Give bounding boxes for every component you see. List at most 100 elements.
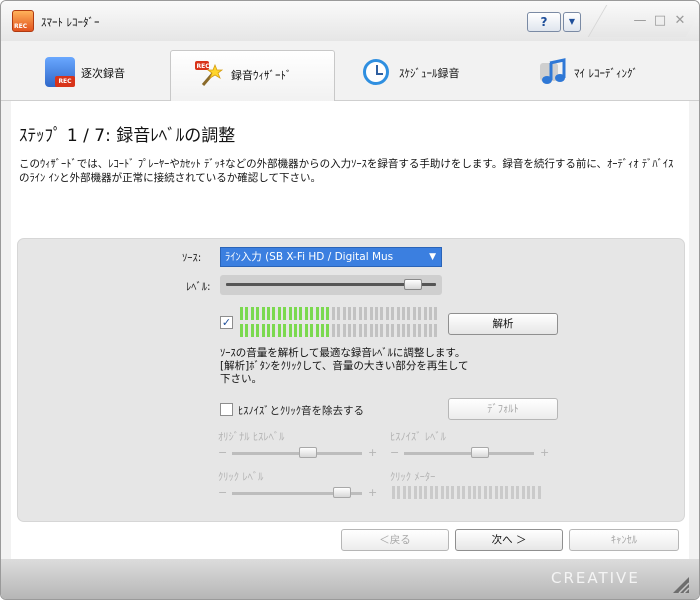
analyze-description: ｿｰｽの音量を解析して最適な録音ﾚﾍﾞﾙに調整します。[解析]ﾎﾞﾀﾝをｸﾘｯｸ… — [220, 347, 469, 385]
meter-segment — [283, 324, 287, 337]
meter-segment — [423, 324, 427, 337]
meter-segment — [446, 486, 449, 499]
meter-segment — [256, 307, 260, 320]
level-meter-left — [240, 307, 440, 320]
slider-track — [404, 452, 534, 455]
meter-segment — [380, 324, 384, 337]
meter-segment — [310, 307, 314, 320]
tab-label: ｽｹｼﾞｭｰﾙ録音 — [399, 67, 460, 80]
meter-segment — [283, 307, 287, 320]
meter-segment — [240, 324, 243, 337]
level-meter-right — [240, 324, 440, 337]
creative-logo: CREATIVE — [551, 569, 640, 587]
meter-segment — [402, 324, 405, 337]
meter-segment — [407, 307, 411, 320]
meter-segment — [267, 324, 270, 337]
source-dropdown[interactable]: ﾗｲﾝ入力 (SB X-Fi HD / Digital Mus ▼ — [220, 247, 442, 267]
meter-segment — [240, 307, 243, 320]
next-button[interactable]: 次へ ＞ — [455, 529, 563, 551]
meter-segment — [342, 307, 346, 320]
click-meter — [392, 486, 542, 499]
music-note-icon — [538, 57, 568, 87]
slider-track — [232, 452, 362, 455]
plus-icon: + — [368, 446, 378, 459]
meter-segment — [256, 324, 260, 337]
clock-icon — [363, 59, 389, 85]
resize-grip-icon[interactable] — [669, 573, 691, 595]
maximize-button[interactable]: □ — [651, 12, 669, 30]
meter-segment — [331, 307, 335, 320]
tab-scheduled-recording[interactable]: ｽｹｼﾞｭｰﾙ録音 — [341, 49, 506, 101]
level-slider[interactable] — [220, 275, 442, 295]
meter-segment — [315, 324, 319, 337]
meter-segment — [326, 324, 330, 337]
meter-segment — [310, 324, 314, 337]
meter-segment — [412, 324, 416, 337]
tab-my-recordings[interactable]: ﾏｲ ﾚｺｰﾃﾞｨﾝｸﾞ — [516, 49, 681, 101]
meter-segment — [375, 324, 378, 337]
meter-segment — [348, 324, 351, 337]
tab-recording-wizard[interactable]: REC 録音ｳｨｻﾞｰﾄﾞ — [170, 50, 335, 102]
meter-segment — [429, 307, 432, 320]
meter-segment — [510, 486, 514, 499]
original-hiss-slider[interactable]: − + — [218, 446, 382, 460]
meter-segment — [473, 486, 476, 499]
default-button[interactable]: ﾃﾞﾌｫﾙﾄ — [448, 398, 558, 420]
help-dropdown-button[interactable]: ▼ — [563, 12, 581, 32]
hiss-noise-slider[interactable]: − + — [390, 446, 554, 460]
hiss-removal-checkbox[interactable] — [220, 403, 233, 416]
analyze-button[interactable]: 解析 — [448, 313, 558, 335]
close-button[interactable]: ✕ — [671, 12, 689, 30]
meter-segment — [451, 486, 455, 499]
footer-bar: CREATIVE — [1, 559, 699, 599]
chevron-down-icon: ▼ — [429, 252, 436, 262]
meter-segment — [250, 324, 254, 337]
plus-icon: + — [540, 446, 550, 459]
slider-thumb[interactable] — [471, 447, 490, 458]
meter-segment — [364, 307, 368, 320]
svg-text:REC: REC — [197, 63, 211, 70]
meter-segment — [288, 324, 292, 337]
meter-segment — [304, 324, 308, 337]
meter-segment — [358, 307, 362, 320]
tab-label: 逐次録音 — [81, 67, 125, 80]
level-label: ﾚﾍﾞﾙ: — [186, 281, 211, 293]
meter-segment — [537, 486, 541, 499]
meter-segment — [402, 486, 406, 499]
meter-segment — [429, 486, 433, 499]
meter-segment — [521, 486, 525, 499]
meter-segment — [353, 307, 357, 320]
meter-segment — [261, 324, 265, 337]
click-level-slider[interactable]: − + — [218, 486, 382, 500]
meter-segment — [315, 307, 319, 320]
slider-thumb[interactable] — [299, 447, 318, 458]
meter-segment — [418, 324, 422, 337]
meter-segment — [424, 486, 428, 499]
help-button[interactable]: ? — [527, 12, 561, 32]
minimize-button[interactable]: — — [631, 12, 649, 30]
meter-segment — [299, 324, 303, 337]
minus-icon: − — [218, 446, 228, 459]
back-button[interactable]: ＜戻る — [341, 529, 449, 551]
meter-segment — [402, 307, 405, 320]
meter-segment — [385, 307, 389, 320]
meter-segment — [429, 324, 432, 337]
level-slider-thumb[interactable] — [404, 279, 423, 290]
meter-segment — [337, 307, 341, 320]
meter-checkbox[interactable]: ✓ — [220, 316, 233, 329]
meter-segment — [245, 307, 249, 320]
meter-segment — [294, 324, 297, 337]
meter-segment — [434, 307, 438, 320]
meter-segment — [272, 324, 276, 337]
title-bar[interactable]: ｽﾏｰﾄ ﾚｺｰﾀﾞｰ ? ▼ — □ ✕ — [1, 1, 699, 41]
meter-segment — [364, 324, 368, 337]
chevron-down-icon: ▼ — [568, 17, 576, 26]
tab-sequential-recording[interactable]: 逐次録音 — [9, 49, 174, 101]
minimize-icon: — — [633, 13, 647, 28]
minus-icon: − — [390, 446, 400, 459]
meter-segment — [483, 486, 487, 499]
slider-thumb[interactable] — [332, 487, 351, 498]
source-value: ﾗｲﾝ入力 (SB X-Fi HD / Digital Mus — [225, 251, 394, 263]
original-hiss-level-label: ｵﾘｼﾞﾅﾙ ﾋｽﾚﾍﾞﾙ — [218, 431, 285, 443]
cancel-button[interactable]: ｷｬﾝｾﾙ — [569, 529, 679, 551]
